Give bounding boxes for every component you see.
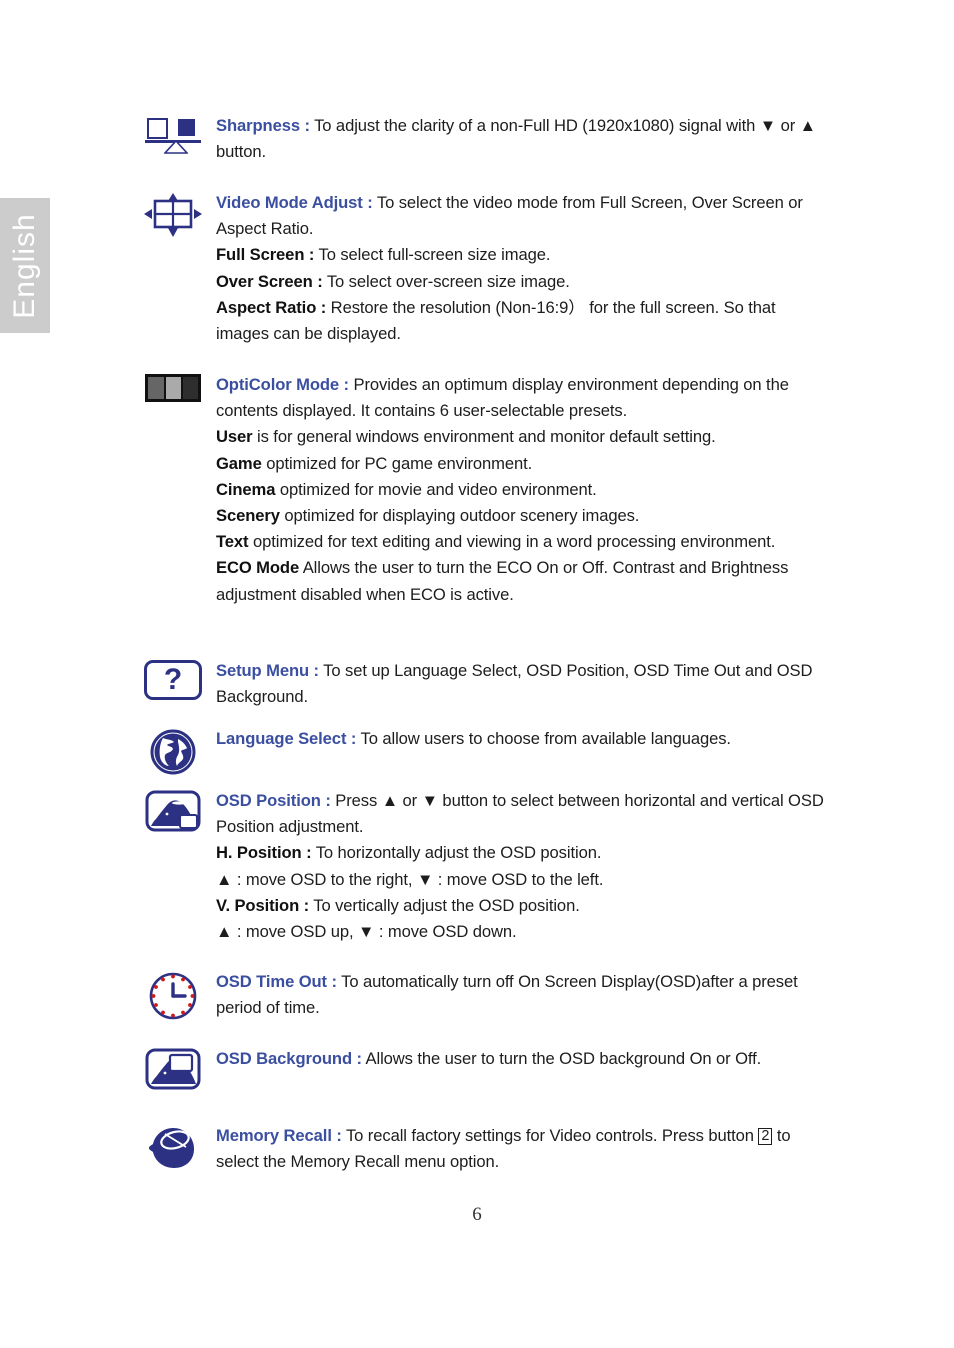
section-opticolor-mode: OptiColor Mode : Provides an optimum dis… xyxy=(130,372,830,608)
text-term: Text xyxy=(216,532,249,552)
game-term: Game xyxy=(216,453,262,473)
opticolor-mode-icon xyxy=(145,374,201,402)
osd-background-body: Allows the user to turn the OSD backgrou… xyxy=(361,1049,762,1068)
color-block-light-gray xyxy=(165,377,182,399)
sharpness-text: Sharpness : To adjust the clarity of a n… xyxy=(216,113,828,165)
language-tab-english: English xyxy=(0,198,50,333)
triangle-up-icon xyxy=(164,140,188,154)
osd-background-heading: OSD Background : xyxy=(216,1049,362,1068)
v-position-desc: To vertically adjust the OSD position. xyxy=(309,895,580,915)
setup-menu-icon-cell: ? xyxy=(130,658,216,700)
setup-menu-text: Setup Menu : To set up Language Select, … xyxy=(216,658,830,710)
opticolor-text: OptiColor Mode : Provides an optimum dis… xyxy=(216,372,830,608)
section-setup-menu: ? Setup Menu : To set up Language Select… xyxy=(130,658,830,710)
section-sharpness: Sharpness : To adjust the clarity of a n… xyxy=(130,113,830,165)
sharpness-icon-cell xyxy=(130,113,216,155)
memory-recall-body-pre: To recall factory settings for Video con… xyxy=(341,1126,759,1145)
osd-position-icon xyxy=(145,790,201,832)
section-memory-recall: Memory Recall : To recall factory settin… xyxy=(130,1123,830,1175)
full-screen-term: Full Screen : xyxy=(216,245,315,265)
text-desc: optimized for text editing and viewing i… xyxy=(248,532,776,552)
sharpness-heading: Sharpness : xyxy=(216,116,310,135)
video-mode-icon-cell xyxy=(130,190,216,238)
video-mode-heading: Video Mode Adjust : xyxy=(216,193,373,212)
memory-recall-icon-cell xyxy=(130,1123,216,1171)
full-screen-desc: To select full-screen size image. xyxy=(314,245,551,265)
scenery-desc: optimized for displaying outdoor scenery… xyxy=(279,506,640,526)
language-tab-label: English xyxy=(8,212,41,319)
opticolor-icon-cell xyxy=(130,372,216,402)
memory-recall-heading: Memory Recall : xyxy=(216,1126,342,1145)
scenery-term: Scenery xyxy=(216,506,280,526)
section-language-select: Language Select : To allow users to choo… xyxy=(130,726,830,776)
v-position-term: V. Position : xyxy=(216,895,310,915)
osd-time-out-text: OSD Time Out : To automatically turn off… xyxy=(216,969,830,1021)
user-term: User xyxy=(216,427,253,447)
square-outline-icon xyxy=(147,118,168,139)
opticolor-heading: OptiColor Mode : xyxy=(216,375,349,394)
osd-background-text: OSD Background : Allows the user to turn… xyxy=(216,1046,830,1072)
v-position-arrow-term: ▲ : xyxy=(216,922,242,942)
setup-menu-icon: ? xyxy=(144,660,202,700)
user-desc: is for general windows environment and m… xyxy=(252,427,716,447)
document-page: English Sharpness : To adjust the clarit… xyxy=(0,0,954,1348)
section-osd-background: OSD Background : Allows the user to turn… xyxy=(130,1046,830,1090)
memory-recall-icon xyxy=(149,1128,194,1168)
color-block-black xyxy=(183,377,198,399)
h-position-arrow-term: ▲ : xyxy=(216,869,242,889)
cinema-term: Cinema xyxy=(216,479,276,499)
square-filled-icon xyxy=(178,119,195,136)
game-desc: optimized for PC game environment. xyxy=(261,453,533,473)
language-select-text: Language Select : To allow users to choo… xyxy=(216,726,830,752)
h-position-term: H. Position : xyxy=(216,843,312,863)
video-mode-adjust-icon xyxy=(144,193,202,237)
sharpness-icon xyxy=(145,115,201,155)
section-video-mode-adjust: Video Mode Adjust : To select the video … xyxy=(130,190,830,347)
over-screen-term: Over Screen : xyxy=(216,271,323,291)
over-screen-desc: To select over-screen size image. xyxy=(322,271,570,291)
osd-background-icon xyxy=(145,1048,201,1090)
osd-background-icon-cell xyxy=(130,1046,216,1090)
section-osd-position: OSD Position : Press ▲ or ▼ button to se… xyxy=(130,788,830,945)
video-mode-text: Video Mode Adjust : To select the video … xyxy=(216,190,830,347)
language-select-icon-cell xyxy=(130,726,216,776)
cinema-desc: optimized for movie and video environmen… xyxy=(275,479,597,499)
button-2-box: 2 xyxy=(758,1128,773,1145)
eco-mode-desc: Allows the user to turn the ECO On or Of… xyxy=(216,558,789,604)
page-number: 6 xyxy=(472,1204,482,1225)
language-select-heading: Language Select : xyxy=(216,729,357,748)
h-position-desc: To horizontally adjust the OSD position. xyxy=(311,843,602,863)
language-select-body: To allow users to choose from available … xyxy=(356,729,732,748)
osd-position-text: OSD Position : Press ▲ or ▼ button to se… xyxy=(216,788,830,945)
language-select-globe-icon xyxy=(150,729,196,775)
osd-position-icon-cell xyxy=(130,788,216,832)
h-position-arrow-desc: move OSD to the right, ▼ : move OSD to t… xyxy=(241,869,604,889)
osd-time-out-heading: OSD Time Out : xyxy=(216,972,337,991)
question-mark-glyph: ? xyxy=(163,663,183,696)
osd-position-heading: OSD Position : xyxy=(216,791,331,810)
section-osd-time-out: OSD Time Out : To automatically turn off… xyxy=(130,969,830,1021)
v-position-arrow-desc: move OSD up, ▼ : move OSD down. xyxy=(241,922,517,942)
eco-mode-term: ECO Mode xyxy=(216,558,300,578)
osd-time-out-clock-icon xyxy=(149,972,197,1020)
memory-recall-text: Memory Recall : To recall factory settin… xyxy=(216,1123,830,1175)
setup-menu-heading: Setup Menu : xyxy=(216,661,319,680)
osd-time-out-icon-cell xyxy=(130,969,216,1021)
color-block-dark-gray xyxy=(148,377,164,399)
aspect-ratio-term: Aspect Ratio : xyxy=(216,297,327,317)
